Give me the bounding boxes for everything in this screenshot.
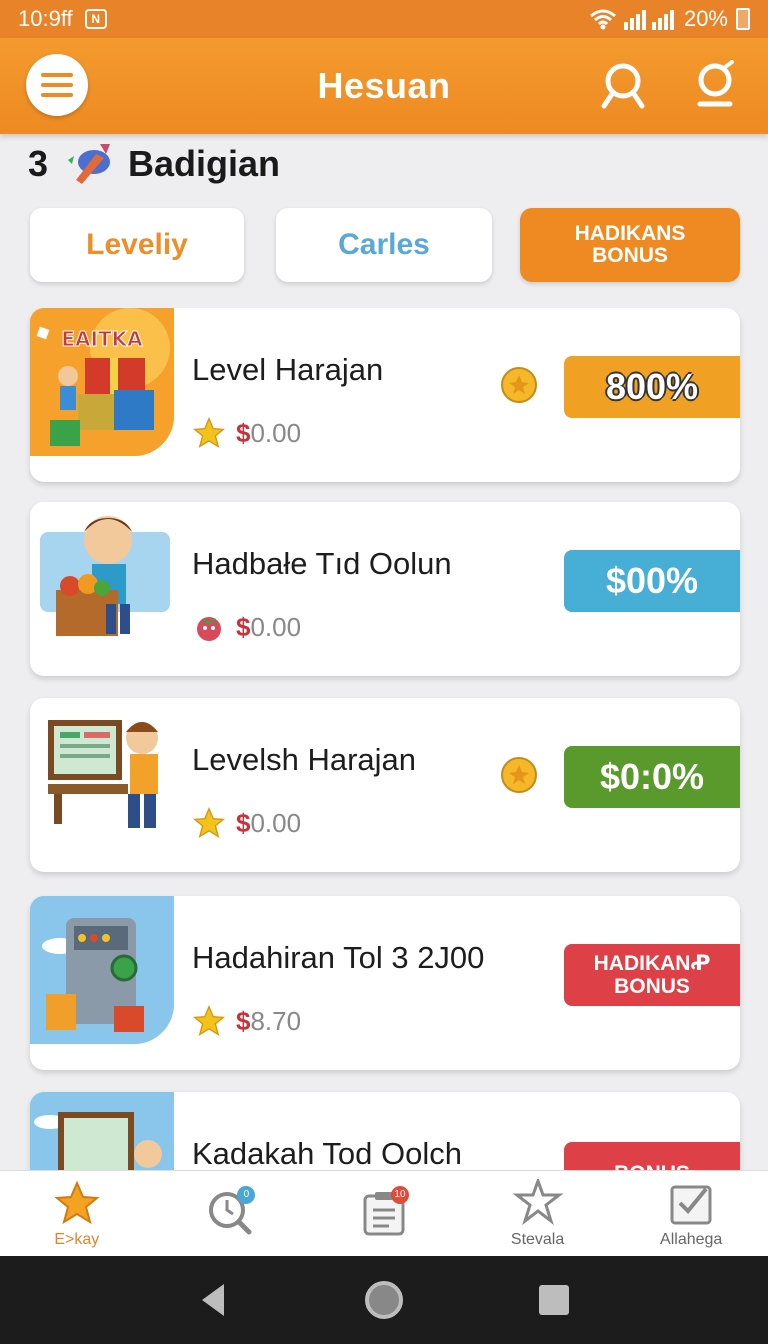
badge-star-icon — [512, 1178, 563, 1225]
bonus-badge: $00% — [564, 550, 740, 612]
magnifier-clock-icon: 0 — [205, 1185, 256, 1236]
offer-title: Hadbałe Tıd Oolun — [192, 546, 452, 581]
offer-list: EAITKA Level Harajan $0.00 800% Hadbałe … — [0, 308, 768, 1170]
vending-machine-icon — [30, 896, 174, 1044]
computer-icon — [30, 1092, 174, 1170]
nav-item-search[interactable]: 0 — [154, 1171, 308, 1256]
offer-title: Level Harajan — [192, 352, 384, 387]
signal-icon — [623, 10, 674, 30]
offer-card[interactable]: EAITKA Level Harajan $0.00 800% — [30, 308, 740, 482]
offer-price: $0.00 — [236, 417, 302, 448]
star-icon — [54, 1179, 100, 1224]
price-row: $0.00 — [192, 416, 301, 450]
offer-price: $0.00 — [236, 611, 302, 642]
computer-boy-icon — [48, 720, 158, 828]
recents-icon[interactable] — [534, 1280, 574, 1320]
app-title: Hesuan — [317, 65, 451, 106]
offer-title: Hadahiran Tol 3 2J00 — [192, 940, 485, 975]
computer-boy-image — [30, 698, 174, 846]
filter-tabs: Leveliy Carles HADIKANS BONUS — [30, 208, 740, 284]
battery-percent: 20% — [683, 6, 728, 31]
bonus-badge: HADIKANꝒ BONUS — [564, 944, 740, 1006]
clipboard-icon: 10 — [359, 1185, 409, 1236]
tab-bonus[interactable]: HADIKANS BONUS — [520, 208, 740, 282]
bottom-nav: E>kay 0 10 Stevala Allahega — [0, 1170, 768, 1256]
star-icon — [193, 807, 225, 838]
rocket-icon — [68, 144, 111, 184]
battery-icon — [736, 8, 750, 30]
nav-label: E>kay — [54, 1230, 100, 1248]
gift-boxes-icon: EAITKA — [30, 308, 174, 456]
back-icon[interactable] — [194, 1280, 234, 1320]
price-row: $0.00 — [192, 806, 301, 840]
wifi-icon — [589, 9, 616, 30]
notification-icon: N — [84, 9, 107, 29]
hamburger-icon — [41, 73, 73, 77]
strawberry-icon — [197, 617, 221, 641]
status-time: 10:9ff — [18, 6, 73, 31]
offer-title: Kadakah Tod Oolch — [192, 1136, 463, 1170]
search-icon[interactable] — [600, 60, 650, 112]
offer-card[interactable]: Hadbałe Tıd Oolun $0.00 $00% — [30, 502, 740, 676]
price-row: $8.70 — [192, 1004, 301, 1038]
app-bar: Hesuan — [0, 38, 768, 134]
basket-boy-image — [30, 502, 174, 650]
basket-boy-icon — [40, 516, 170, 636]
bonus-badge: BONUS — [564, 1142, 740, 1170]
section-title: Badigian — [128, 143, 281, 184]
offer-title: Levelsh Harajan — [192, 742, 417, 777]
status-bar: 10:9ff N 20% — [0, 0, 768, 38]
bonus-badge: 800% — [564, 356, 740, 418]
hamburger-icon-line — [41, 83, 73, 87]
offer-price: $0.00 — [236, 807, 302, 838]
vending-machine-image — [30, 896, 174, 1044]
section-count: 3 — [28, 143, 49, 184]
nav-badge: 10 — [390, 1185, 409, 1204]
tab-leveliy[interactable]: Leveliy — [30, 208, 244, 282]
offer-card[interactable]: Kadakah Tod Oolch BONUS — [30, 1092, 740, 1170]
offer-price: $8.70 — [236, 1005, 302, 1036]
section-header: 3 Badigian — [28, 140, 280, 188]
nav-item-tasks[interactable]: 10 — [307, 1171, 461, 1256]
profile-icon[interactable] — [690, 60, 740, 112]
svg-text:EAITKA: EAITKA — [61, 327, 143, 351]
nav-label: Stevala — [510, 1230, 565, 1248]
coin-icon — [501, 757, 537, 793]
nav-badge: 0 — [237, 1185, 256, 1204]
home-icon[interactable] — [362, 1278, 406, 1322]
star-icon — [193, 1005, 225, 1036]
offer-card[interactable]: Hadahiran Tol 3 2J00 $8.70 HADIKANꝒ BONU… — [30, 896, 740, 1070]
gift-boxes-image: EAITKA — [30, 308, 174, 456]
menu-button[interactable] — [26, 54, 88, 116]
nav-item-allahega[interactable]: Allahega — [614, 1171, 768, 1256]
coin-icon — [501, 367, 537, 403]
checklist-icon — [670, 1185, 712, 1224]
nav-item-ekay[interactable]: E>kay — [0, 1171, 154, 1256]
offer-card[interactable]: Levelsh Harajan $0.00 $0:0% — [30, 698, 740, 872]
system-nav-bar — [0, 1256, 768, 1344]
star-icon — [193, 417, 225, 448]
nav-item-stevala[interactable]: Stevala — [461, 1171, 615, 1256]
price-row: $0.00 — [192, 610, 301, 644]
bonus-badge: $0:0% — [564, 746, 740, 808]
hamburger-icon-line — [41, 93, 73, 97]
nav-label: Allahega — [660, 1230, 723, 1248]
tab-carles[interactable]: Carles — [276, 208, 492, 282]
computer-image — [30, 1092, 174, 1170]
